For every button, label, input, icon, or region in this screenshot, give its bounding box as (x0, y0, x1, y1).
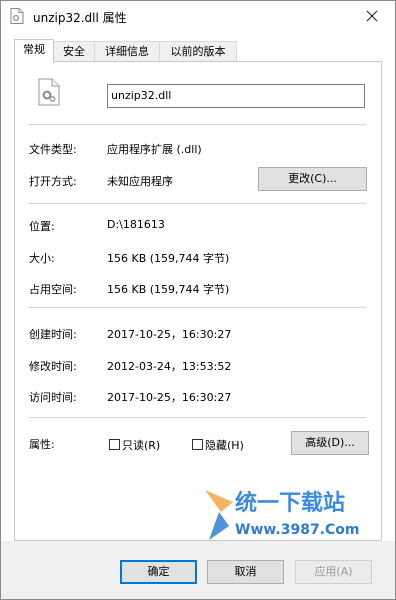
location-label: 位置: (29, 220, 55, 233)
hidden-label[interactable]: 隐藏(H) (205, 437, 244, 453)
separator (29, 307, 366, 308)
size-value: 156 KB (159,744 字节) (107, 252, 230, 265)
opens-with-label: 打开方式: (29, 175, 77, 188)
created-value: 2017-10-25，16:30:27 (107, 328, 232, 341)
tab-general[interactable]: 常规 (14, 39, 54, 63)
separator (29, 124, 366, 125)
cancel-button[interactable]: 取消 (207, 560, 284, 584)
tab-previous-versions[interactable]: 以前的版本 (159, 41, 237, 61)
ok-button[interactable]: 确定 (120, 560, 197, 584)
file-type-value: 应用程序扩展 (.dll) (107, 143, 202, 156)
size-label: 大小: (29, 252, 55, 265)
general-tab-panel: unzip32.dll 文件类型: 应用程序扩展 (.dll) 打开方式: 未知… (14, 61, 382, 541)
tab-general-label: 常规 (23, 43, 45, 56)
readonly-label[interactable]: 只读(R) (122, 437, 160, 453)
tab-security[interactable]: 安全 (53, 41, 95, 61)
modified-label: 修改时间: (29, 360, 77, 373)
created-label: 创建时间: (29, 328, 77, 341)
file-type-label: 文件类型: (29, 143, 77, 156)
accessed-value: 2017-10-25，16:30:27 (107, 391, 232, 404)
hidden-checkbox[interactable] (192, 439, 203, 450)
separator (29, 203, 366, 204)
tab-details[interactable]: 详细信息 (94, 41, 160, 61)
size-on-disk-label: 占用空间: (29, 283, 77, 296)
tab-previous-versions-label: 以前的版本 (170, 45, 226, 58)
watermark-logo: 统一下载站 Www.3987.Com (199, 484, 360, 540)
advanced-button[interactable]: 高级(D)... (291, 431, 369, 455)
close-button[interactable] (349, 1, 395, 31)
dll-file-icon (10, 8, 24, 24)
separator (29, 417, 366, 418)
watermark-url: Www.3987.Com (235, 522, 360, 538)
tab-security-label: 安全 (63, 45, 85, 58)
location-value: D:\181613 (107, 218, 165, 231)
dialog-footer: 确定 取消 应用(A) (1, 541, 395, 599)
change-button[interactable]: 更改(C)... (258, 167, 367, 191)
opens-with-value: 未知应用程序 (107, 175, 173, 188)
title-bar: unzip32.dll 属性 (1, 1, 395, 31)
readonly-checkbox[interactable] (109, 439, 120, 450)
size-on-disk-value: 156 KB (159,744 字节) (107, 283, 230, 296)
window-title: unzip32.dll 属性 (33, 11, 127, 25)
close-icon (366, 10, 378, 22)
accessed-label: 访问时间: (29, 391, 77, 404)
filename-input[interactable]: unzip32.dll (107, 84, 365, 108)
modified-value: 2012-03-24，13:53:52 (107, 360, 232, 373)
properties-dialog: unzip32.dll 属性 常规 安全 详细信息 以前的版本 unzip32.… (0, 0, 396, 600)
attributes-label: 属性: (29, 438, 55, 451)
watermark-brand: 统一下载站 (235, 490, 345, 516)
file-icon (38, 78, 60, 106)
apply-button[interactable]: 应用(A) (295, 560, 372, 584)
tab-details-label: 详细信息 (105, 45, 149, 58)
